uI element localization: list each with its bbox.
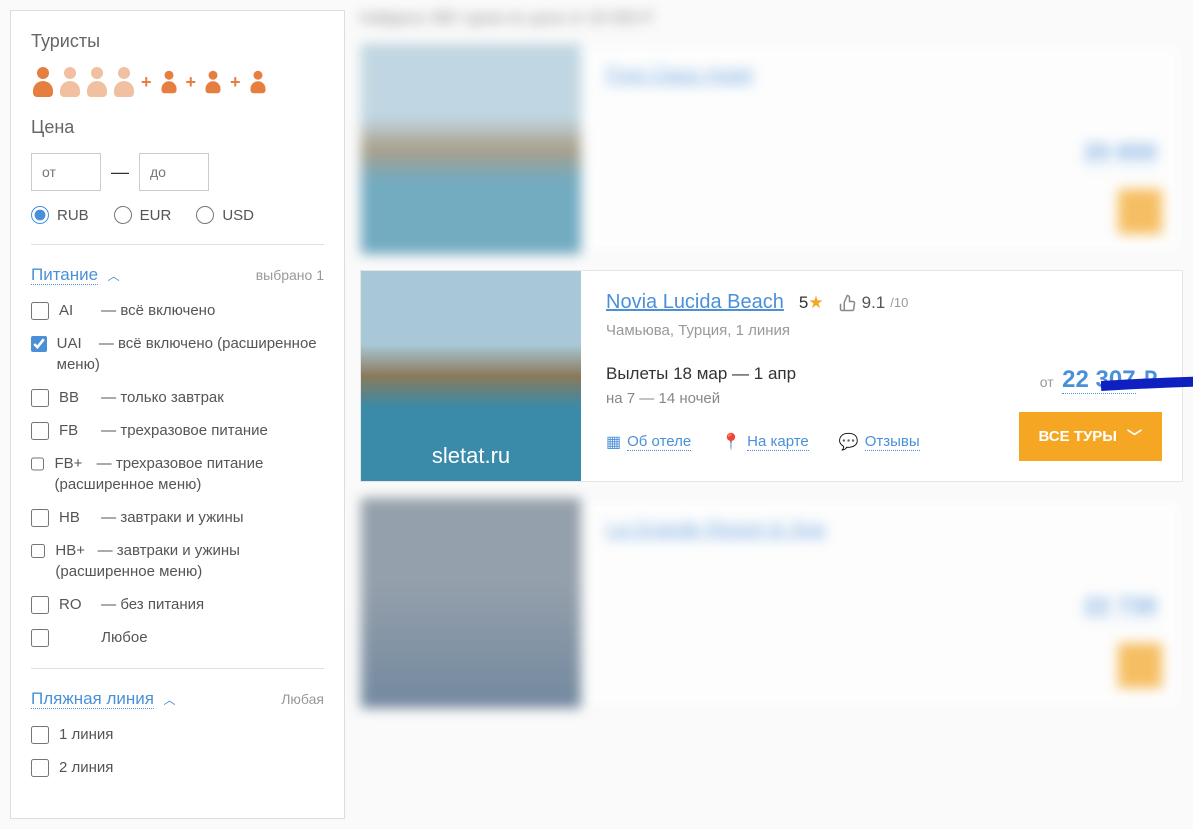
checkbox[interactable] [31,596,49,614]
price-currency: ₽ [1143,367,1157,392]
checkbox[interactable] [31,759,49,777]
watermark: sletat.ru [432,443,510,469]
meal-checkbox-item[interactable]: BB — только завтрак [31,387,324,408]
tourists-section: Туристы + + + [31,31,324,97]
price-separator: — [111,162,129,183]
checkbox[interactable] [31,455,44,473]
divider [31,668,324,669]
hotel-price[interactable]: от 22 307 ₽ [1040,366,1157,394]
meal-checkbox-item[interactable]: FB — трехразовое питание [31,420,324,441]
hotel-location: Чамьюва, Турция, 1 линия [606,322,1157,339]
adult-icon[interactable] [85,67,109,97]
reviews-link[interactable]: 💬 Отзывы [839,432,920,452]
price-section: Цена — RUB EUR USD [31,117,324,224]
chat-icon: 💬 [839,432,859,452]
on-map-link[interactable]: 📍 На карте [721,432,809,452]
hotel-card[interactable]: First Class Hotel 20 650 [360,43,1183,255]
hotel-card[interactable]: La Grande Resort & Spa 22 730 [360,497,1183,709]
currency-usd-radio[interactable]: USD [196,206,254,224]
plus-icon: + [230,72,241,93]
beachline-checkbox-item[interactable]: 1 линия [31,724,324,745]
chevron-up-icon: ︿ [108,269,120,283]
checkbox[interactable] [31,389,49,407]
hotel-image [361,498,581,708]
checkbox[interactable] [31,509,49,527]
about-hotel-link[interactable]: ▦ Об отеле [606,432,691,452]
hotel-image [361,44,581,254]
meals-toggle[interactable]: Питание [31,265,98,285]
hotel-name[interactable]: La Grande Resort & Spa [606,518,825,541]
meal-checkbox-item[interactable]: HB+ — завтраки и ужины (расширенное меню… [31,540,324,582]
chevron-up-icon: ︿ [163,693,175,707]
all-tours-button[interactable] [1118,189,1162,234]
plus-icon: + [186,72,197,93]
hotel-rating: 9.1/10 [839,293,909,313]
meal-checkbox-item[interactable]: AI — всё включено [31,300,324,321]
chevron-down-icon: ﹀ [1127,426,1142,447]
checkbox[interactable] [31,542,45,560]
meal-checkbox-item[interactable]: FB+ — трехразовое питание (расширенное м… [31,453,324,495]
adult-icon[interactable] [112,67,136,97]
currency-eur-radio[interactable]: EUR [114,206,172,224]
plus-icon: + [141,72,152,93]
meals-section: Питание ︿ выбрано 1 AI — всё включено UA… [31,265,324,648]
checkbox[interactable] [31,726,49,744]
child-icon[interactable] [249,71,267,94]
calendar-icon: ▦ [606,432,621,452]
star-icon: ★ [808,293,823,312]
meal-checkbox-item[interactable]: UAI — всё включено (расширенное меню) [31,333,324,375]
sidebar: Туристы + + + Цена — [10,10,345,819]
pin-icon: 📍 [721,432,741,452]
all-tours-button[interactable]: ВСЕ ТУРЫ ﹀ [1019,412,1162,461]
adult-icon[interactable] [58,67,82,97]
meals-hint: выбрано 1 [256,267,324,283]
checkbox[interactable] [31,422,49,440]
checkbox[interactable] [31,335,47,353]
checkbox[interactable] [31,629,49,647]
price-value: 22 307 [1062,366,1135,394]
checkbox[interactable] [31,302,49,320]
hotel-stars: 5★ [799,293,824,313]
currency-rub-radio[interactable]: RUB [31,206,89,224]
main-content: Найдено 385 туров по цене от 20 650 Р Fi… [360,10,1183,819]
price-label: Цена [31,117,324,138]
meal-checkbox-item[interactable]: Любое [31,627,324,648]
tourists-icons[interactable]: + + + [31,67,324,97]
hotel-card-focused: sletat.ru Novia Lucida Beach 5★ 9.1/10 Ч… [360,270,1183,482]
beachline-section: Пляжная линия ︿ Любая 1 линия 2 линия [31,689,324,778]
results-header: Найдено 385 туров по цене от 20 650 Р [360,10,1183,28]
divider [31,244,324,245]
adult-icon[interactable] [31,67,55,97]
beachline-hint: Любая [281,691,324,707]
price-from-input[interactable] [31,153,101,191]
all-tours-button[interactable] [1118,643,1162,688]
hotel-name[interactable]: First Class Hotel [606,64,753,87]
thumb-up-icon [839,294,857,312]
child-icon[interactable] [204,71,222,94]
beachline-checkbox-item[interactable]: 2 линия [31,757,324,778]
meal-checkbox-item[interactable]: HB — завтраки и ужины [31,507,324,528]
hotel-name-link[interactable]: Novia Lucida Beach [606,291,784,314]
tourists-label: Туристы [31,31,324,52]
hotel-image[interactable]: sletat.ru [361,271,581,481]
child-icon[interactable] [160,71,178,94]
beachline-toggle[interactable]: Пляжная линия [31,689,154,709]
price-to-input[interactable] [139,153,209,191]
meal-checkbox-item[interactable]: RO — без питания [31,594,324,615]
